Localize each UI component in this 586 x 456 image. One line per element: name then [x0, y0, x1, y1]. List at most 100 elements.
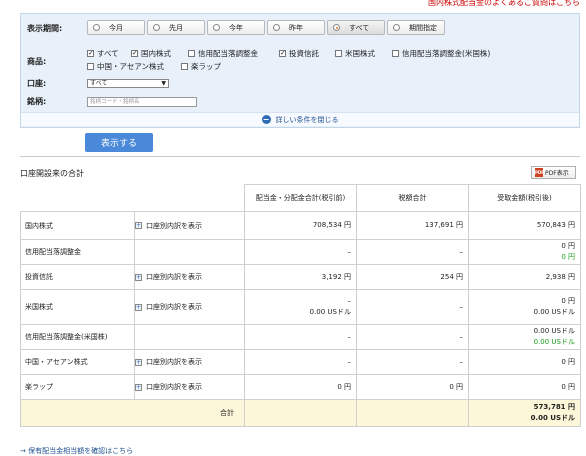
plus-box-icon: + [135, 383, 142, 391]
period-last-month[interactable]: 先月 [147, 20, 205, 35]
cell-value: – [459, 357, 464, 366]
product-china-asean-stock[interactable]: 中国・アセアン株式 [87, 61, 164, 72]
cell-value: 3,192 円 [321, 272, 351, 281]
brand-label: 銘柄: [27, 97, 47, 106]
product-domestic-stock[interactable]: ✓ 国内株式 [131, 48, 171, 59]
checkbox-icon [392, 50, 399, 57]
radio-icon [393, 24, 400, 31]
column-header: 税額合計 [356, 184, 469, 212]
cell-value: 0 円 [561, 242, 575, 250]
table-cell: – [356, 324, 469, 350]
holdings-link[interactable]: → 保有配当金相当額を確認はこちら [20, 446, 133, 456]
account-breakdown-toggle[interactable]: + 口座別内訳を表示 [134, 349, 245, 375]
account-breakdown-toggle[interactable]: + 口座別内訳を表示 [134, 264, 245, 290]
product-us-stock[interactable]: 米国株式 [335, 48, 375, 59]
product-rakuwrap[interactable]: 楽ラップ [181, 61, 221, 72]
faq-link[interactable]: 国内株式配当金のよくあるご質問はこちら [428, 0, 580, 8]
table-cell: 570,843 円 [468, 211, 581, 240]
minus-circle-icon: − [261, 114, 271, 124]
pdf-button[interactable]: PDF PDF表示 [531, 166, 576, 179]
cell-value: 2,938 円 [545, 272, 575, 281]
cell-value: – [459, 302, 464, 311]
checkbox-checked-icon: ✓ [131, 49, 138, 57]
product-label: 商品: [27, 57, 47, 66]
table-cell: 0 円 [356, 374, 469, 400]
table-row: 投資信託 + 口座別内訳を表示 3,192 円 254 円 2,938 円 [20, 264, 581, 290]
account-breakdown-toggle[interactable]: + 口座別内訳を表示 [134, 289, 245, 325]
plus-box-icon: + [135, 303, 142, 311]
period-custom[interactable]: 期間指定 [387, 20, 445, 35]
column-header: 配当金・分配金合計(税引前) [244, 184, 357, 212]
plus-box-icon: + [135, 222, 142, 229]
total-label: 合計 [20, 399, 245, 427]
checkbox-icon [181, 63, 188, 70]
account-label: 口座: [27, 79, 47, 88]
product-us-margin-adjustment[interactable]: 信用配当落調整金(米国株) [392, 48, 490, 59]
total-value: 573,781 円 0.00 USドル [468, 399, 581, 427]
table-row: 米国株式 + 口座別内訳を表示 – 0.00 USドル – 0 円 0.00 USドル [20, 289, 581, 325]
table-row: 信用配当落調整金(米国株) – – 0.00 USドル 0.00 USドル [20, 324, 581, 350]
cell-value: – [347, 357, 352, 366]
product-investment-trust[interactable]: ✓ 投資信託 [279, 48, 319, 59]
cell-value-green: 0.00 USドル [533, 338, 575, 346]
table-row: 楽ラップ + 口座別内訳を表示 0 円 0 円 0 円 [20, 374, 581, 400]
table-row: 信用配当落調整金 – –0 円0 円 [20, 239, 581, 265]
divider [20, 156, 580, 157]
radio-icon [273, 24, 280, 31]
column-header: 受取金額(税引後) [468, 184, 581, 212]
radio-icon [93, 24, 100, 31]
dividend-table: 配当金・分配金合計(税引前) 税額合計 受取金額(税引後) 国内株式 + 口座別内訳… [20, 184, 581, 427]
radio-selected-icon [333, 24, 340, 31]
filter-panel: 表示期間: 今月 先月 今年 昨年 すべて 期間指定 商品: ✓ すべて ✓ 国内株… [20, 13, 580, 128]
table-cell: – [356, 239, 469, 265]
row-label: 国内株式 [20, 211, 135, 240]
product-margin-adjustment[interactable]: 信用配当落調整金 [188, 48, 258, 59]
cell-value: 0.00 USドル [309, 308, 351, 316]
cell-value: 0 円 [561, 357, 575, 366]
checkbox-checked-icon: ✓ [87, 49, 94, 57]
table-cell: 137,691 円 [356, 211, 469, 240]
table-cell: 0 円 0.00 USドル [468, 289, 581, 325]
cell-value: – [347, 332, 352, 341]
toggle-details[interactable]: − 詳しい条件を閉じる [21, 112, 579, 126]
account-breakdown-toggle[interactable]: + 口座別内訳を表示 [134, 211, 245, 240]
table-cell: – 0.00 USドル [244, 289, 357, 325]
cell-value-green: 0 円 [561, 253, 575, 261]
cell-value: 708,534 円 [312, 221, 351, 229]
radio-icon [213, 24, 220, 31]
table-cell: 0 円 [244, 374, 357, 400]
plus-box-icon: + [135, 358, 142, 366]
table-cell: 0 円 [468, 349, 581, 375]
cell-value: 0 円 [561, 297, 575, 305]
cell-value: – [459, 247, 464, 256]
cell-value: – [347, 297, 352, 305]
period-last-year[interactable]: 昨年 [267, 20, 325, 35]
account-select[interactable]: すべて ▼ [87, 79, 169, 88]
table-cell: – [356, 289, 469, 325]
table-cell: 0.00 USドル 0.00 USドル [468, 324, 581, 350]
table-cell: 0 円0 円 [468, 239, 581, 265]
checkbox-icon [335, 50, 342, 57]
table-cell: 2,938 円 [468, 264, 581, 290]
total-row: 合計 573,781 円 0.00 USドル [20, 399, 581, 427]
brand-input[interactable]: 銘柄コード・銘柄名 [87, 97, 197, 107]
section-title: 口座開設来の合計 [20, 169, 84, 178]
account-breakdown-toggle[interactable]: + 口座別内訳を表示 [134, 374, 245, 400]
table-cell: 3,192 円 [244, 264, 357, 290]
plus-box-icon: + [135, 273, 142, 281]
table-cell: – [244, 324, 357, 350]
period-all[interactable]: すべて [327, 20, 385, 35]
cell-value: 0.00 USドル [533, 308, 575, 316]
show-button[interactable]: 表示する [85, 133, 153, 152]
row-label: 米国株式 [20, 289, 135, 325]
cell-value: – [347, 247, 352, 256]
product-all[interactable]: ✓ すべて [87, 48, 119, 59]
period-this-year[interactable]: 今年 [207, 20, 265, 35]
cell-value: 137,691 円 [424, 221, 463, 229]
cell-value: 0 円 [337, 382, 351, 391]
period-label: 表示期間: [27, 24, 63, 33]
table-row: 国内株式 + 口座別内訳を表示 708,534 円 137,691 円 570,843 円 [20, 211, 581, 240]
period-this-month[interactable]: 今月 [87, 20, 145, 35]
row-label: 信用配当落調整金(米国株) [20, 324, 135, 350]
checkbox-checked-icon: ✓ [279, 49, 286, 57]
